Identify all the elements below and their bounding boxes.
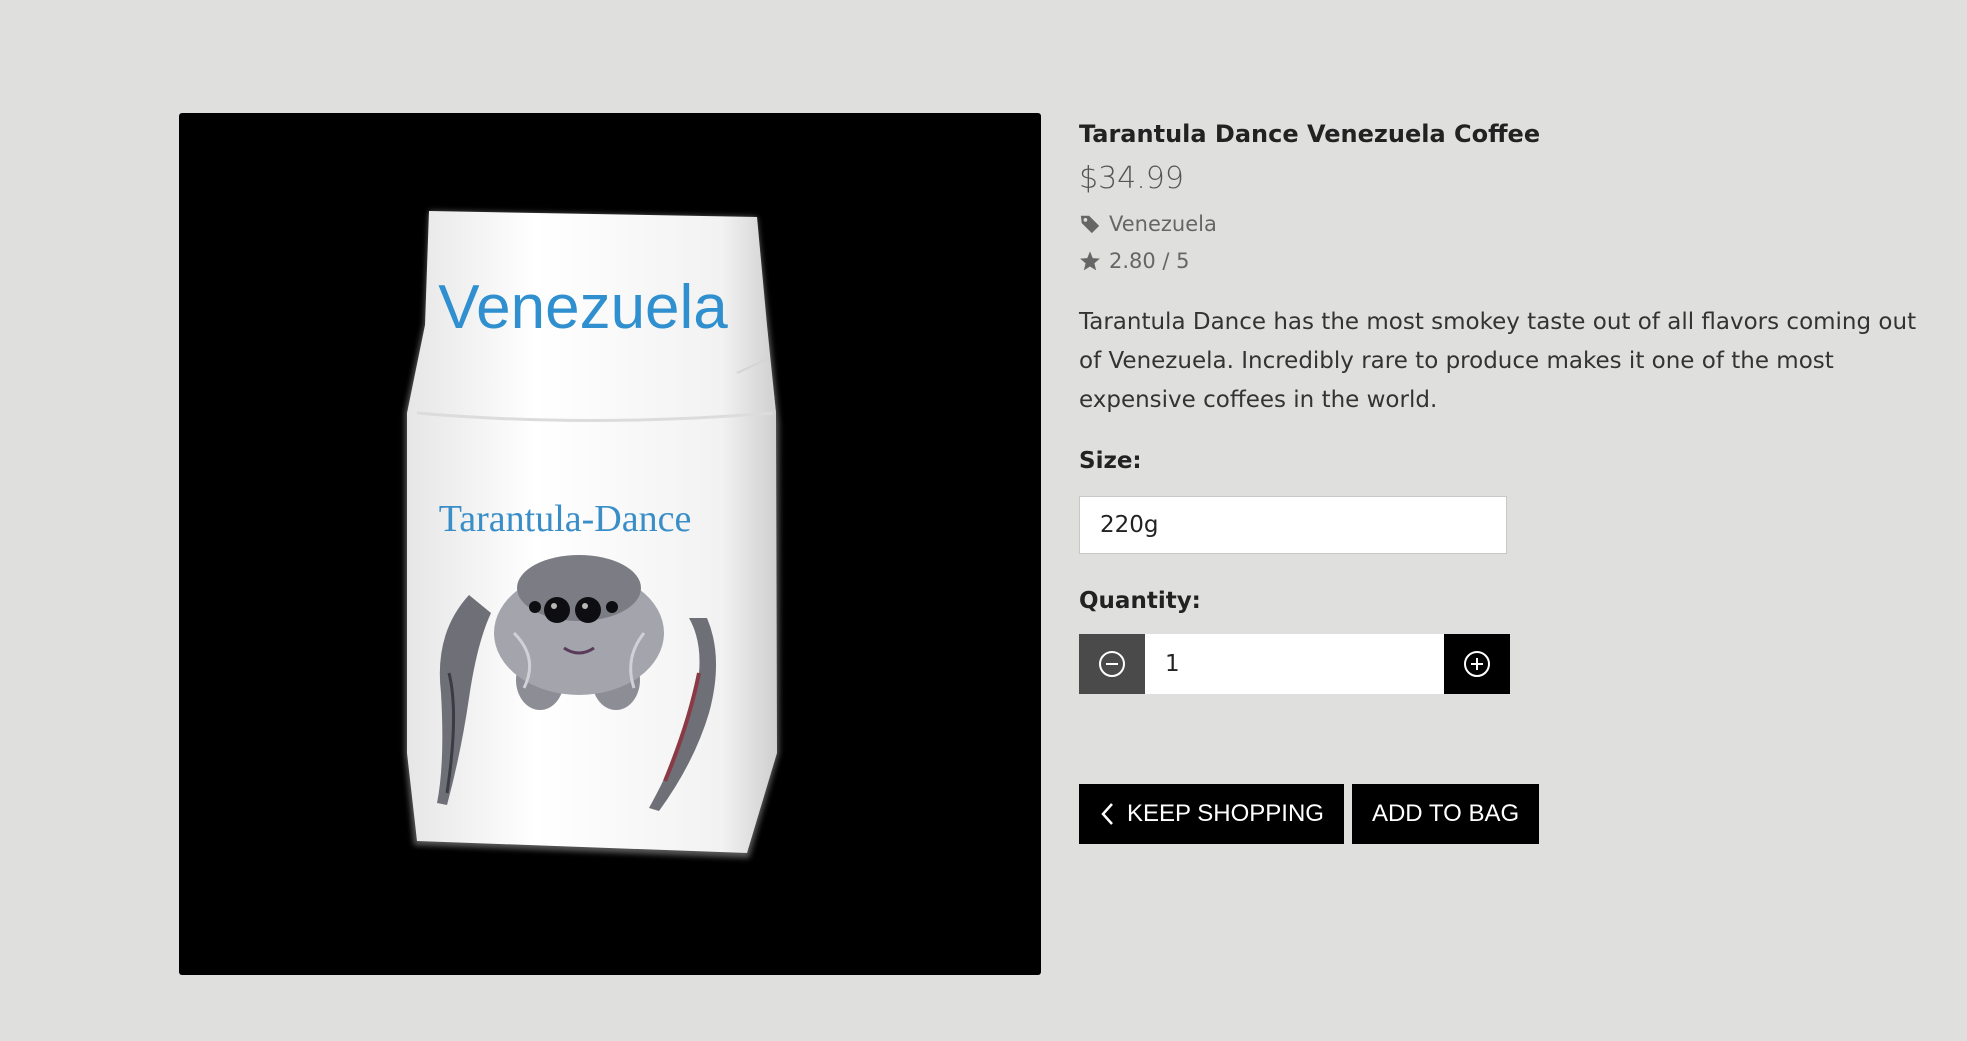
decrease-quantity-button[interactable] — [1079, 634, 1145, 694]
product-description: Tarantula Dance has the most smokey tast… — [1079, 309, 1917, 413]
coffee-bag-illustration: Venezuela Tarantula-Dance — [405, 211, 779, 858]
minus-circle-icon — [1099, 651, 1125, 677]
product-image: Venezuela Tarantula-Dance — [179, 113, 1041, 975]
add-to-bag-button[interactable]: ADD TO BAG — [1351, 784, 1540, 844]
size-label: Size: — [1079, 448, 1142, 474]
keep-shopping-label: KEEP SHOPPING — [1127, 800, 1324, 827]
star-icon — [1080, 251, 1100, 271]
bag-text-brand: Tarantula-Dance — [439, 498, 692, 540]
product-price: $34.99 — [1079, 161, 1184, 196]
keep-shopping-button[interactable]: KEEP SHOPPING — [1079, 784, 1344, 844]
quantity-stepper: 1 — [1079, 634, 1510, 694]
product-category: Venezuela — [1079, 210, 1939, 238]
chevron-left-icon — [1099, 801, 1117, 827]
product-title: Tarantula Dance Venezuela Coffee — [1079, 120, 1541, 148]
increase-quantity-button[interactable] — [1444, 634, 1510, 694]
action-buttons: KEEP SHOPPING ADD TO BAG — [1079, 784, 1939, 844]
add-to-bag-label: ADD TO BAG — [1371, 800, 1520, 827]
tag-icon — [1080, 215, 1100, 234]
bag-text-top: Venezuela — [438, 273, 728, 342]
product-rating: 2.80 / 5 — [1079, 247, 1939, 275]
rating-value: 2.80 / 5 — [1109, 249, 1190, 273]
quantity-label: Quantity: — [1079, 588, 1201, 614]
quantity-input[interactable]: 1 — [1145, 634, 1444, 694]
size-select[interactable]: 220g — [1079, 496, 1507, 554]
category-label: Venezuela — [1109, 212, 1217, 236]
plus-circle-icon — [1464, 651, 1490, 677]
product-details: Tarantula Dance Venezuela Coffee $34.99 … — [1079, 118, 1939, 844]
quantity-value: 1 — [1165, 651, 1180, 677]
size-selected-value: 220g — [1100, 512, 1159, 538]
